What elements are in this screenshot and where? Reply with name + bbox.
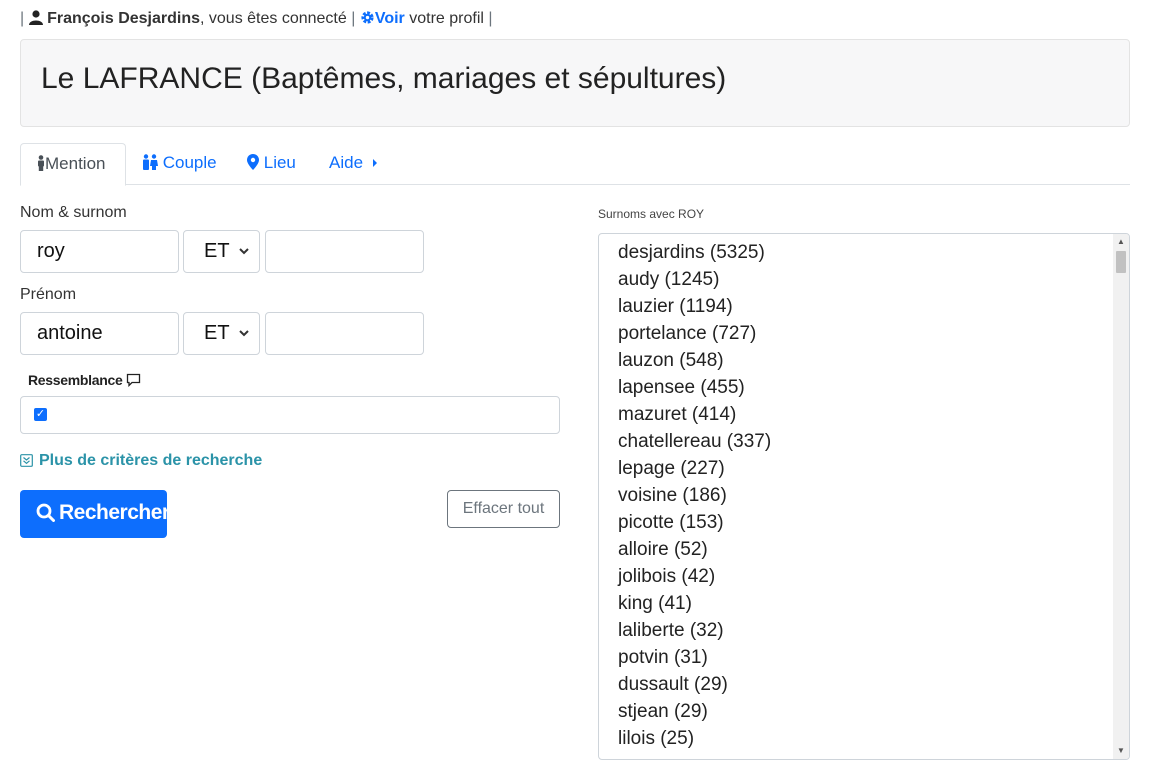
tab-label: Mention (45, 154, 106, 173)
person-icon (38, 155, 44, 171)
list-item[interactable]: lepage (227) (618, 458, 725, 480)
list-item[interactable]: chatellereau (337) (618, 431, 771, 453)
nom-operator-select[interactable]: ET (183, 230, 260, 273)
more-criteria-link[interactable]: Plus de critères de recherche (20, 452, 262, 470)
scroll-up-arrow-icon[interactable]: ▲ (1113, 234, 1129, 250)
tab-label: Couple (162, 153, 217, 172)
list-scrollbar[interactable]: ▲ ▼ (1113, 234, 1129, 759)
tab-couple[interactable]: Couple (126, 143, 233, 185)
nom-extra-input[interactable] (265, 230, 424, 273)
user-bar: | François Desjardins, vous êtes connect… (20, 8, 493, 30)
scroll-down-arrow-icon[interactable]: ▼ (1113, 743, 1129, 759)
list-item[interactable]: stjean (29) (618, 701, 708, 723)
caret-right-icon (372, 159, 377, 167)
list-item[interactable]: king (41) (618, 593, 692, 615)
user-name: François Desjardins (47, 10, 201, 27)
chevron-down-icon (239, 231, 249, 272)
prenom-operator-value: ET (204, 322, 230, 344)
nom-input[interactable]: roy (20, 230, 179, 273)
list-item[interactable]: mazuret (414) (618, 404, 736, 426)
search-button-label: Rechercher (59, 501, 170, 524)
list-item[interactable]: voisine (186) (618, 485, 727, 507)
list-item[interactable]: portelance (727) (618, 323, 756, 345)
list-item[interactable]: lilois (25) (618, 728, 694, 750)
list-item[interactable]: laliberte (32) (618, 620, 724, 642)
tab-lieu[interactable]: Lieu (231, 143, 312, 185)
separator: | (488, 10, 493, 27)
comment-icon[interactable] (126, 373, 141, 387)
more-criteria-text: Plus de critères de recherche (39, 452, 263, 469)
couple-icon (143, 154, 158, 170)
prenom-label: Prénom (20, 286, 77, 303)
tab-label: Aide (329, 153, 364, 172)
search-button[interactable]: Rechercher (20, 490, 170, 538)
resemblance-checkbox[interactable]: ✓ (34, 408, 47, 421)
list-item[interactable]: lapensee (455) (618, 377, 745, 399)
list-item[interactable]: jolibois (42) (618, 566, 715, 588)
gear-icon (361, 11, 374, 24)
prenom-operator-select[interactable]: ET (183, 312, 260, 355)
surnoms-label: Surnoms avec ROY (598, 207, 705, 221)
list-item[interactable]: potvin (31) (618, 647, 708, 669)
tab-label: Lieu (263, 153, 296, 172)
clear-all-button[interactable]: Effacer tout (447, 490, 560, 528)
voir-link-text: Voir (374, 10, 405, 27)
tab-mention[interactable]: Mention (20, 143, 126, 186)
resemblance-label: Ressemblance (28, 372, 141, 388)
list-item[interactable]: lauzon (548) (618, 350, 724, 372)
nom-operator-value: ET (204, 240, 230, 262)
double-chevron-down-icon (20, 454, 33, 467)
user-icon (28, 10, 43, 25)
scroll-thumb[interactable] (1116, 251, 1126, 273)
search-tabs: Mention Couple Lieu Aide (20, 143, 1130, 186)
connected-text: , vous êtes connecté (200, 10, 347, 27)
prenom-input[interactable]: antoine (20, 312, 179, 355)
map-marker-icon (247, 154, 259, 170)
chevron-down-icon (239, 313, 249, 354)
profile-text: votre profil (409, 10, 484, 27)
resemblance-field: ✓ (20, 396, 560, 434)
list-item[interactable]: audy (1245) (618, 269, 719, 291)
list-item[interactable]: desjardins (5325) (618, 242, 765, 264)
list-item[interactable]: picotte (153) (618, 512, 724, 534)
separator: | (351, 10, 356, 27)
resemblance-text: Ressemblance (28, 372, 123, 388)
list-item[interactable]: alloire (52) (618, 539, 708, 561)
separator: | (20, 10, 25, 27)
list-item[interactable]: dussault (29) (618, 674, 728, 696)
surnoms-list[interactable]: desjardins (5325) audy (1245) lauzier (1… (598, 233, 1130, 760)
tab-aide[interactable]: Aide (313, 143, 395, 185)
prenom-extra-input[interactable] (265, 312, 424, 355)
list-item[interactable]: lauzier (1194) (618, 296, 733, 318)
view-profile-link[interactable]: Voir (360, 10, 409, 27)
page-title: Le LAFRANCE (Baptêmes, mariages et sépul… (41, 62, 727, 95)
title-panel: Le LAFRANCE (Baptêmes, mariages et sépul… (20, 39, 1130, 127)
nom-label: Nom & surnom (20, 204, 127, 221)
search-icon (36, 503, 55, 522)
